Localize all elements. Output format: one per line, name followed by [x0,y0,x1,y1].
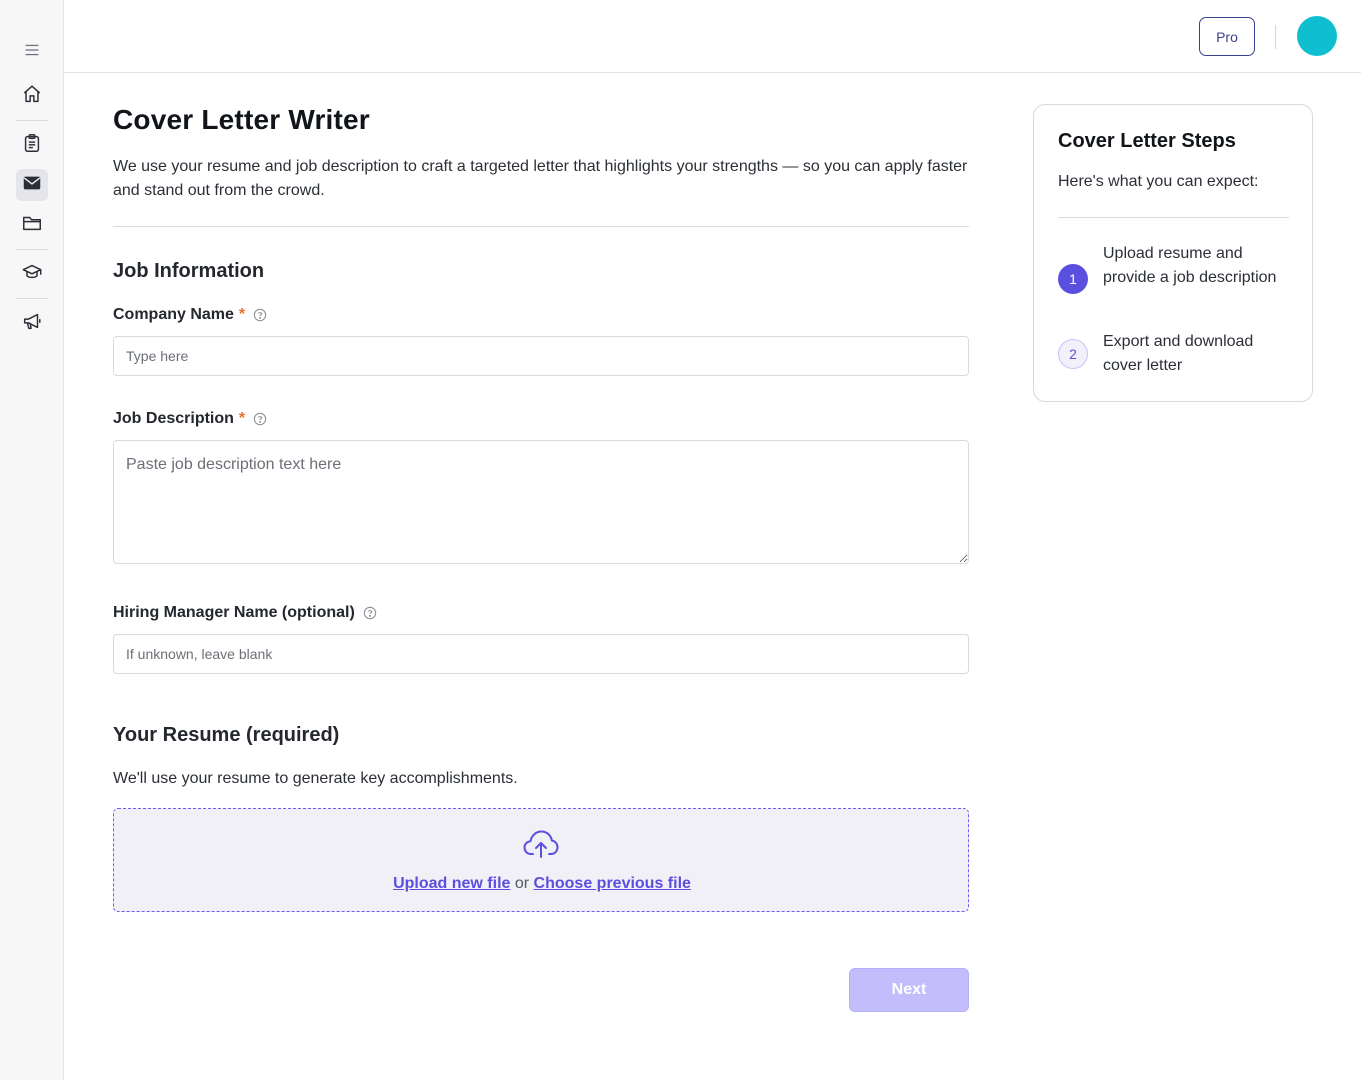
required-mark: * [238,410,246,427]
next-button[interactable]: Next [849,968,969,1012]
sidebar [0,0,64,1080]
company-name-label-text: Company Name [113,306,234,323]
page-description: We use your resume and job description t… [113,158,968,199]
pro-button[interactable]: Pro [1199,17,1255,56]
step-text: Export and download cover letter [1103,333,1254,374]
sidebar-divider [16,298,48,299]
graduation-cap-icon [21,261,43,288]
help-icon[interactable] [253,308,267,322]
step-number-badge: 2 [1058,339,1088,369]
page-title: Cover Letter Writer [113,104,370,135]
cloud-upload-icon [522,828,560,860]
job-information-heading: Job Information [113,260,265,282]
sidebar-divider [16,120,48,121]
mail-icon [21,172,43,199]
help-icon[interactable] [253,412,267,426]
sidebar-item-learning[interactable] [16,258,48,290]
hiring-manager-label: Hiring Manager Name (optional) [113,604,377,622]
job-description-label-text: Job Description [113,410,234,427]
menu-button[interactable] [16,36,48,68]
choose-previous-file-link[interactable]: Choose previous file [534,875,691,892]
company-name-label: Company Name * [113,306,267,324]
step-text: Upload resume and provide a job descript… [1103,245,1277,286]
divider [113,226,969,227]
sidebar-divider [16,249,48,250]
resume-description: We'll use your resume to generate key ac… [113,770,518,787]
sidebar-item-files[interactable] [16,209,48,241]
sidebar-item-announcements[interactable] [16,307,48,339]
sidebar-item-cover-letter[interactable] [16,169,48,201]
job-description-label: Job Description * [113,410,267,428]
steps-title: Cover Letter Steps [1058,130,1236,152]
steps-card: Cover Letter Steps Here's what you can e… [1033,104,1313,402]
sidebar-item-home[interactable] [16,80,48,112]
topbar-divider [1275,25,1276,49]
home-icon [21,83,43,110]
clipboard-icon [21,132,43,159]
step-number-badge: 1 [1058,264,1088,294]
avatar[interactable] [1297,16,1337,56]
help-icon[interactable] [363,606,377,620]
megaphone-icon [21,310,43,337]
steps-subtitle: Here's what you can expect: [1058,173,1259,190]
steps-divider [1058,217,1289,218]
top-bar: Pro [64,0,1361,73]
required-mark: * [238,306,246,323]
hiring-manager-input[interactable] [113,634,969,674]
menu-icon [21,39,43,66]
folder-icon [21,212,43,239]
hiring-manager-label-text: Hiring Manager Name (optional) [113,604,355,621]
resume-heading: Your Resume (required) [113,724,340,746]
sidebar-item-resumes[interactable] [16,129,48,161]
dropzone-text: Upload new file or Choose previous file [114,875,970,893]
company-name-input[interactable] [113,336,969,376]
job-description-textarea[interactable] [113,440,969,564]
resume-dropzone[interactable]: Upload new file or Choose previous file [113,808,969,912]
or-text: or [514,875,530,892]
upload-new-file-link[interactable]: Upload new file [393,875,510,892]
